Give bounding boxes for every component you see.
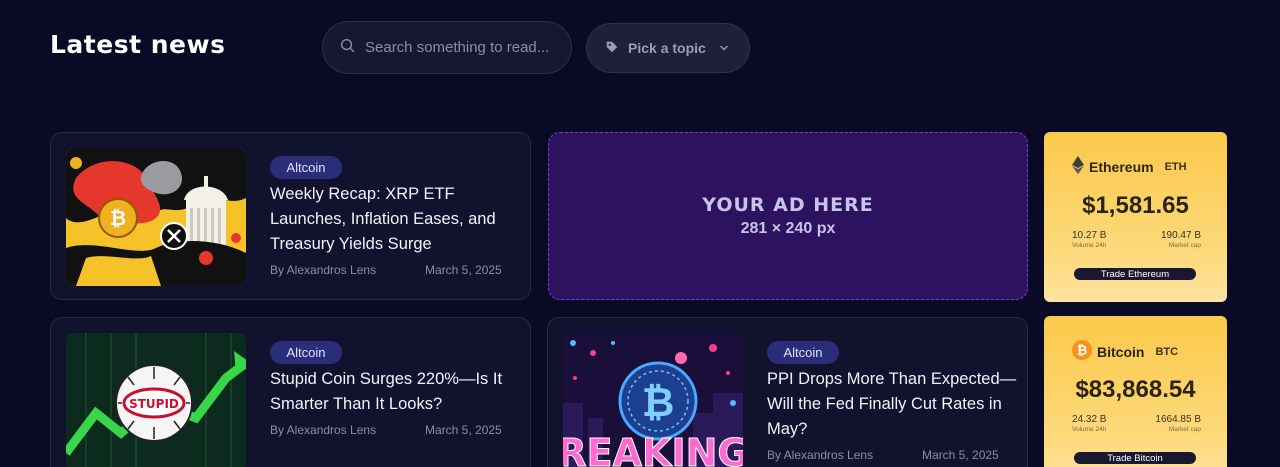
ticker-price: $83,868.54 <box>1075 376 1196 403</box>
ticker-symbol: ETH <box>1164 160 1187 173</box>
image-caption: STUPID <box>129 397 179 411</box>
article-image: ₿ <box>66 148 246 286</box>
ticker-volume: 24.32 B Volume 24h <box>1072 414 1106 433</box>
category-badge[interactable]: Altcoin <box>767 341 839 364</box>
volume-value: 24.32 B <box>1072 414 1107 425</box>
article-image: STUPID <box>66 333 246 467</box>
trade-bitcoin-button[interactable]: Trade Bitcoin <box>1074 452 1196 464</box>
ticker-market-cap: 1664.85 B Market cap <box>1155 414 1201 433</box>
volume-label: Volume 24h <box>1072 242 1107 249</box>
market-cap-label: Market cap <box>1168 426 1201 433</box>
svg-text:₿: ₿ <box>1077 344 1088 359</box>
ad-title: YOUR AD HERE <box>702 194 874 216</box>
ticker-price: $1,581.65 <box>1082 192 1189 219</box>
market-cap-label: Market cap <box>1168 242 1201 249</box>
search-input[interactable] <box>365 39 555 56</box>
ticker-card-bitcoin[interactable]: ₿ Bitcoin BTC $83,868.54 24.32 B Volume … <box>1044 316 1227 467</box>
article-author: By Alexandros Lens <box>270 263 377 277</box>
article-author: By Alexandros Lens <box>270 423 377 437</box>
svg-text:₿: ₿ <box>642 380 675 426</box>
bitcoin-icon: ₿ <box>1072 340 1092 363</box>
tag-icon <box>605 40 619 57</box>
category-badge[interactable]: Altcoin <box>270 156 342 179</box>
article-author: By Alexandros Lens <box>767 448 874 462</box>
news-card[interactable]: STUPID Altcoin Stupid Coin Surges 220%—I… <box>50 317 531 467</box>
ticker-card-ethereum[interactable]: Ethereum ETH $1,581.65 10.27 B Volume 24… <box>1044 132 1227 302</box>
image-caption: REAKING <box>563 431 743 467</box>
ticker-header: Ethereum ETH <box>1072 156 1187 177</box>
ad-placeholder[interactable]: YOUR AD HERE 281 × 240 px <box>548 132 1028 300</box>
ticker-symbol: BTC <box>1155 345 1179 358</box>
svg-text:₿: ₿ <box>110 206 126 230</box>
ticker-header: ₿ Bitcoin BTC <box>1072 340 1178 363</box>
topic-dropdown[interactable]: Pick a topic <box>586 23 750 73</box>
news-card[interactable]: ₿ Altcoin Weekly Recap: XRP ETF Launches… <box>50 132 531 300</box>
ticker-name: Bitcoin <box>1097 343 1145 360</box>
article-title[interactable]: Stupid Coin Surges 220%—Is It Smarter Th… <box>270 367 520 417</box>
article-date: March 5, 2025 <box>922 448 999 462</box>
article-title[interactable]: PPI Drops More Than Expected—Will the Fe… <box>767 367 1017 442</box>
trade-ethereum-button[interactable]: Trade Ethereum <box>1074 268 1196 280</box>
ticker-name: Ethereum <box>1089 158 1154 175</box>
ethereum-icon <box>1072 156 1084 177</box>
ad-size: 281 × 240 px <box>740 220 836 237</box>
category-badge[interactable]: Altcoin <box>270 341 342 364</box>
article-date: March 5, 2025 <box>425 263 502 277</box>
article-date: March 5, 2025 <box>425 423 502 437</box>
search-box[interactable] <box>322 21 572 74</box>
ticker-volume: 10.27 B Volume 24h <box>1072 230 1106 249</box>
market-cap-value: 1664.85 B <box>1155 414 1201 425</box>
article-title[interactable]: Weekly Recap: XRP ETF Launches, Inflatio… <box>270 182 520 257</box>
search-icon <box>340 38 355 58</box>
chevron-down-icon <box>719 40 729 56</box>
topic-label: Pick a topic <box>628 40 706 56</box>
page-title: Latest news <box>50 30 226 59</box>
news-card[interactable]: ₿ REAKING Altcoin PPI Drops More Than Ex… <box>547 317 1028 467</box>
ticker-market-cap: 190.47 B Market cap <box>1161 230 1201 249</box>
market-cap-value: 190.47 B <box>1160 230 1201 241</box>
volume-value: 10.27 B <box>1072 230 1107 241</box>
article-image: ₿ REAKING <box>563 333 743 467</box>
volume-label: Volume 24h <box>1072 426 1107 433</box>
